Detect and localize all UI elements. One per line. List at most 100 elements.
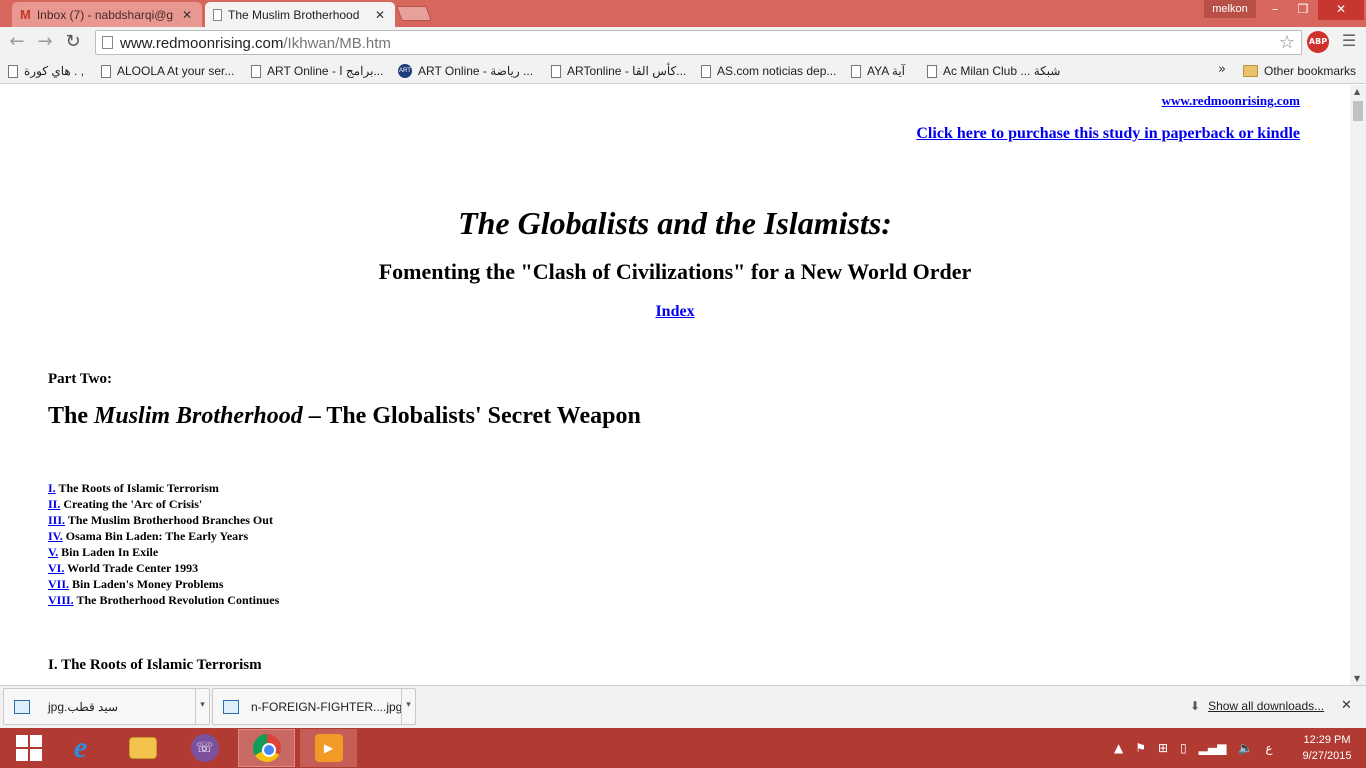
new-tab-button[interactable] (396, 6, 432, 21)
close-window-button[interactable]: ✕ (1318, 0, 1364, 20)
close-tab-icon[interactable]: ✕ (375, 8, 385, 22)
reload-icon[interactable]: ↻ (62, 31, 84, 53)
back-arrow-icon[interactable]: ← (6, 31, 28, 53)
chrome-taskbar-button[interactable] (238, 729, 295, 767)
close-downloads-bar-icon[interactable]: ✕ (1341, 698, 1352, 713)
download-item[interactable]: سيد قطب.jpg ▾ (3, 688, 210, 725)
bookmark-label: Ac Milan Club ... شبكة (943, 64, 1061, 78)
chrome-icon (252, 734, 281, 762)
download-menu-button[interactable]: ▾ (195, 689, 209, 724)
clock[interactable]: 12:29 PM 9/27/2015 (1292, 732, 1362, 764)
bookmark-item[interactable]: ALOOLA At your ser... (101, 62, 234, 80)
address-bar[interactable]: www.redmoonrising.com/Ikhwan/MB.htm ☆ (95, 30, 1302, 55)
url-text[interactable]: www.redmoonrising.com/Ikhwan/MB.htm (120, 35, 391, 52)
toc-link[interactable]: VI. (48, 561, 64, 575)
other-bookmarks-folder[interactable]: Other bookmarks (1243, 62, 1356, 80)
bookmarks-overflow-button[interactable]: » (1218, 62, 1226, 77)
battery-icon[interactable]: ▯ (1180, 741, 1187, 755)
site-home-link[interactable]: www.redmoonrising.com (1162, 93, 1300, 109)
page-icon (927, 64, 937, 78)
bookmarks-bar: هاي كورة . , ALOOLA At your ser... ART O… (0, 58, 1366, 84)
page-icon (251, 64, 261, 78)
url-host: www.redmoonrising.com (120, 35, 284, 52)
download-menu-button[interactable]: ▾ (401, 689, 415, 724)
page-subtitle: Fomenting the "Clash of Civilizations" f… (378, 259, 972, 284)
toc-link[interactable]: VII. (48, 577, 69, 591)
media-player-taskbar-button[interactable]: ▶ (300, 729, 357, 767)
bookmark-item[interactable]: Ac Milan Club ... شبكة (927, 62, 1060, 80)
index-link[interactable]: Index (655, 303, 694, 320)
bookmark-item[interactable]: ARTonline - كأس القا... (551, 62, 686, 80)
toc-link[interactable]: V. (48, 545, 58, 559)
toc-text: Bin Laden In Exile (61, 545, 159, 559)
file-explorer-taskbar-button[interactable] (114, 729, 171, 767)
bookmark-item[interactable]: ART ART Online - رياضة ... (398, 62, 533, 80)
page-icon (101, 64, 111, 78)
windows-icon[interactable]: ⊞ (1158, 741, 1168, 755)
tab-label: Inbox (7) - nabdsharqi@g (36, 7, 174, 22)
bookmark-label: ARTonline - كأس القا... (567, 64, 687, 78)
toc-link[interactable]: II. (48, 497, 60, 511)
index-link-wrapper: Index (0, 303, 1350, 321)
download-item[interactable]: n-FOREIGN-FIGHTER....jpg ▾ (212, 688, 416, 725)
gmail-icon: M (20, 7, 31, 22)
part-title-post: – The Globalists' Secret Weapon (302, 403, 641, 429)
toc-item: VI. World Trade Center 1993 (48, 560, 279, 576)
adblock-plus-icon[interactable]: ABP (1307, 31, 1329, 53)
part-label: Part Two: (48, 371, 113, 387)
image-file-icon (223, 699, 239, 714)
tab-label: The Muslim Brotherhood (228, 7, 360, 22)
bookmark-item[interactable]: ART Online - برامج ا... (251, 62, 383, 80)
internet-explorer-taskbar-button[interactable]: e (52, 729, 109, 767)
tab-muslim-brotherhood[interactable]: The Muslim Brotherhood ✕ (205, 2, 395, 27)
toc-link[interactable]: VIII. (48, 593, 74, 607)
close-tab-icon[interactable]: ✕ (182, 8, 192, 22)
table-of-contents: I. The Roots of Islamic Terrorism II. Cr… (48, 480, 279, 608)
action-center-flag-icon[interactable]: ⚑ (1135, 741, 1146, 755)
page-icon (8, 64, 18, 78)
part-title: The Muslim Brotherhood – The Globalists'… (48, 403, 641, 430)
scroll-thumb[interactable] (1353, 101, 1363, 121)
clock-date: 9/27/2015 (1302, 750, 1352, 762)
part-title-emphasis: Muslim Brotherhood (94, 403, 303, 429)
toc-link[interactable]: I. (48, 481, 56, 495)
tab-gmail-inbox[interactable]: M Inbox (7) - nabdsharqi@g ✕ (12, 2, 202, 27)
bookmark-item[interactable]: AS.com noticias dep... (701, 62, 836, 80)
toc-link[interactable]: IV. (48, 529, 63, 543)
menu-icon[interactable]: ☰ (1341, 33, 1357, 49)
profile-button[interactable]: melkon (1204, 0, 1256, 18)
page-icon (102, 36, 113, 49)
toc-link[interactable]: III. (48, 513, 65, 527)
purchase-link[interactable]: Click here to purchase this study in pap… (916, 125, 1300, 143)
bookmark-item[interactable]: AYA آية (851, 62, 905, 80)
toc-text: Bin Laden's Money Problems (72, 577, 224, 591)
show-all-downloads-link[interactable]: ⬇ Show all downloads... (1190, 699, 1324, 713)
toc-item: VII. Bin Laden's Money Problems (48, 576, 279, 592)
start-button[interactable] (0, 729, 57, 767)
bookmark-label: ART Online - برامج ا... (267, 64, 384, 78)
volume-icon[interactable]: 🔈 (1238, 741, 1253, 755)
bookmark-item[interactable]: هاي كورة . , (8, 62, 84, 80)
toc-text: The Brotherhood Revolution Continues (76, 593, 280, 607)
art-logo-icon: ART (398, 64, 412, 78)
page-content: www.redmoonrising.com Click here to purc… (0, 85, 1350, 685)
toc-item: III. The Muslim Brotherhood Branches Out (48, 512, 279, 528)
window-title-bar: M Inbox (7) - nabdsharqi@g ✕ The Muslim … (0, 0, 1366, 27)
viber-taskbar-button[interactable]: ☏ (176, 729, 233, 767)
forward-arrow-icon[interactable]: → (34, 31, 56, 53)
language-indicator[interactable]: ع (1265, 741, 1272, 755)
vertical-scrollbar[interactable]: ▲ ▼ (1350, 85, 1366, 685)
bookmark-star-icon[interactable]: ☆ (1279, 32, 1295, 53)
download-filename: سيد قطب.jpg (48, 699, 119, 714)
maximize-button[interactable]: ❐ (1290, 0, 1316, 20)
scroll-up-icon[interactable]: ▲ (1354, 87, 1360, 96)
bookmark-label: AYA آية (867, 64, 906, 78)
bookmark-label: AS.com noticias dep... (717, 64, 837, 78)
minimize-button[interactable]: – (1262, 0, 1288, 20)
network-signal-icon[interactable]: ▂▄▆ (1199, 741, 1227, 755)
scroll-down-icon[interactable]: ▼ (1354, 674, 1360, 683)
folder-icon (1243, 65, 1258, 77)
toc-item: VIII. The Brotherhood Revolution Continu… (48, 592, 279, 608)
toc-item: II. Creating the 'Arc of Crisis' (48, 496, 279, 512)
show-hidden-icons-icon[interactable]: ▲ (1114, 741, 1123, 755)
